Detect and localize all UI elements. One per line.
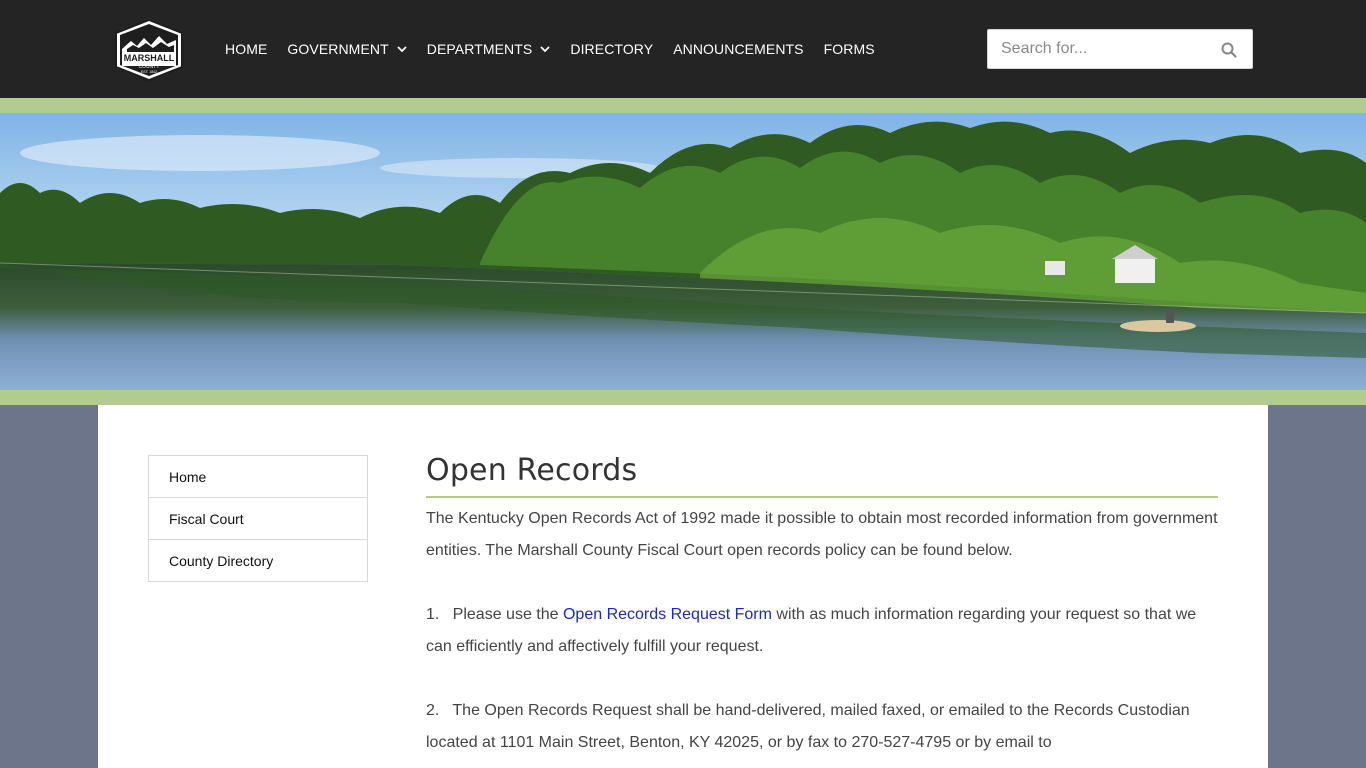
- nav-forms-label: FORMS: [823, 41, 875, 57]
- sidebar-item-home[interactable]: Home: [149, 456, 367, 498]
- page-title: Open Records: [426, 450, 1218, 498]
- step-1-paragraph: 1. Please use the Open Records Request F…: [426, 599, 1218, 663]
- step-2-paragraph: 2. The Open Records Request shall be han…: [426, 702, 1195, 751]
- nav-announcements-label: ANNOUNCEMENTS: [673, 41, 804, 57]
- lake-banner-image: [0, 113, 1366, 390]
- nav-announcements[interactable]: ANNOUNCEMENTS: [673, 41, 803, 57]
- sidebar-item-fiscal-court[interactable]: Fiscal Court: [149, 498, 367, 540]
- open-records-request-form-link[interactable]: Open Records Request Form: [563, 606, 772, 623]
- chevron-down-icon: [397, 46, 407, 53]
- svg-text:EST. 1842: EST. 1842: [141, 70, 157, 74]
- main-content: Open Records The Kentucky Open Records A…: [426, 450, 1218, 759]
- nav-directory[interactable]: DIRECTORY: [570, 41, 653, 57]
- search-input[interactable]: [988, 30, 1208, 68]
- step-1-prefix: 1. Please use the: [426, 606, 563, 623]
- search-box: [987, 29, 1253, 69]
- svg-text:MARSHALL: MARSHALL: [124, 53, 175, 63]
- nav-forms[interactable]: FORMS: [824, 41, 875, 57]
- sidebar-item-county-directory[interactable]: County Directory: [149, 540, 367, 581]
- main-nav: HOME GOVERNMENT DEPARTMENTS DIRECTORY AN…: [225, 0, 895, 98]
- content-panel: Home Fiscal Court County Directory Open …: [98, 405, 1268, 768]
- chevron-down-icon: [540, 46, 550, 53]
- marshall-county-logo[interactable]: MARSHALL COUNTY EST. 1842: [113, 18, 185, 82]
- site-header: MARSHALL COUNTY EST. 1842 HOME GOVERNMEN…: [0, 0, 1366, 98]
- intro-paragraph: The Kentucky Open Records Act of 1992 ma…: [426, 510, 1218, 559]
- nav-departments-label: DEPARTMENTS: [426, 41, 533, 57]
- accent-band-bottom: [0, 390, 1366, 405]
- nav-departments[interactable]: DEPARTMENTS: [427, 41, 551, 57]
- nav-home[interactable]: HOME: [225, 41, 267, 57]
- accent-band-top: [0, 98, 1366, 113]
- nav-directory-label: DIRECTORY: [570, 41, 654, 57]
- search-icon[interactable]: [1220, 41, 1238, 59]
- nav-home-label: HOME: [225, 41, 268, 57]
- sidebar-nav: Home Fiscal Court County Directory: [148, 455, 368, 582]
- nav-government-label: GOVERNMENT: [287, 41, 389, 57]
- nav-government[interactable]: GOVERNMENT: [287, 41, 407, 57]
